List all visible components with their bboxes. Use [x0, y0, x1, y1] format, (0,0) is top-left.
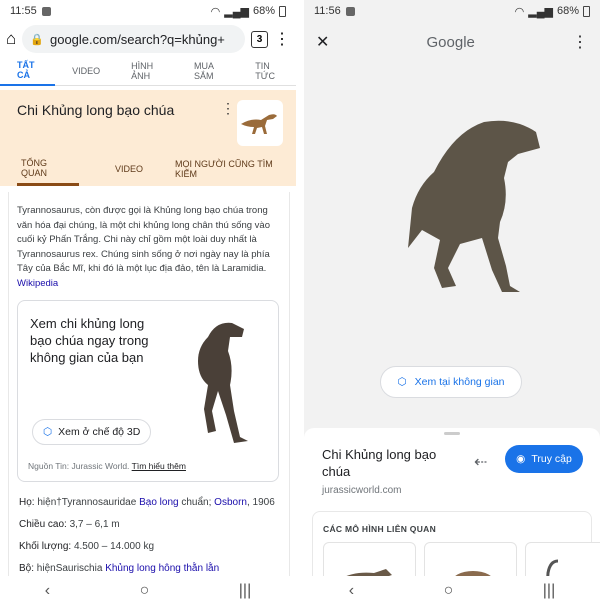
fact-value: 4.500 – 14.000 kg [73, 541, 155, 552]
view-in-space-button[interactable]: ⬡ Xem tại không gian [380, 366, 522, 398]
trex-image [198, 322, 248, 443]
kp-tab-people-also-search[interactable]: MỌI NGƯỜI CŨNG TÌM KIẾM [175, 152, 296, 186]
fact-key: Khối lượng: [19, 541, 72, 552]
tab-shopping[interactable]: MUA SẮM [177, 56, 238, 86]
description: Tyrannosaurus, còn được gọi là Khủng lon… [9, 192, 289, 292]
recents-nav-icon[interactable]: ||| [543, 582, 555, 600]
fact-row: Khối lượng: 4.500 – 14.000 kg [19, 540, 275, 562]
knowledge-panel-header: Chi Khủng long bạo chúa ⋮ TỔNG QUAN VIDE… [0, 90, 296, 186]
back-nav-icon[interactable]: ‹ [45, 582, 50, 600]
ar-prompt: Xem chi khủng long bạo chúa ngay trong k… [30, 316, 149, 365]
notification-icon [345, 6, 355, 16]
status-bar: 11:56 ◠ ▂▄▆ 68% [304, 0, 600, 22]
ar-card[interactable]: Xem chi khủng long bạo chúa ngay trong k… [17, 300, 279, 482]
home-nav-icon[interactable]: ○ [444, 582, 454, 600]
cube-icon: ⬡ [43, 426, 53, 438]
divider [296, 0, 304, 606]
fact-key: Họ: [19, 497, 35, 508]
wifi-icon: ◠ [514, 5, 525, 18]
url-text: google.com/search?q=khủng+ [49, 31, 225, 47]
trex-thumbnail[interactable] [237, 100, 283, 146]
view-3d-button[interactable]: ⬡ Xem ở chế độ 3D [32, 419, 152, 445]
tab-video[interactable]: VIDEO [55, 56, 114, 86]
fact-value: hiện†Tyrannosauridae [37, 497, 137, 508]
status-time: 11:55 [10, 5, 37, 17]
ar-source: Nguồn Tin: Jurassic World. Tìm hiểu thêm [28, 461, 186, 471]
fact-link-2[interactable]: Osborn [214, 497, 247, 508]
kp-tab-overview[interactable]: TỔNG QUAN [17, 152, 79, 186]
android-nav-bar: ‹ ○ ||| [304, 576, 600, 606]
tab-switcher-button[interactable]: 3 [251, 30, 268, 48]
description-text: Tyrannosaurus, còn được gọi là Khủng lon… [17, 205, 270, 275]
view-in-space-label: Xem tại không gian [414, 376, 505, 388]
view-3d-label: Xem ở chế độ 3D [58, 426, 141, 438]
learn-more-link[interactable]: Tìm hiểu thêm [132, 461, 186, 471]
fact-key: Bộ: [19, 563, 35, 574]
fact-value-after: chuẩn; [181, 497, 212, 508]
more-menu-icon[interactable]: ⋮ [572, 32, 588, 52]
visit-label: Truy cập [531, 453, 572, 465]
battery-icon [583, 5, 590, 17]
notification-icon [41, 6, 51, 16]
source-domain: jurassicworld.com [322, 485, 402, 496]
wikipedia-link[interactable]: Wikipedia [17, 278, 58, 289]
fact-key: Chiều cao: [19, 519, 67, 530]
kp-tab-video[interactable]: VIDEO [115, 152, 143, 186]
left-screen: 11:55 ◠ ▂▄▆ 68% ⌂ 🔒 google.com/search?q=kh… [0, 0, 296, 606]
fact-link[interactable]: Khủng long hông thằn lằn [105, 563, 219, 574]
more-menu-icon[interactable]: ⋮ [274, 29, 290, 49]
status-time: 11:56 [314, 5, 341, 17]
signal-icon: ▂▄▆ [528, 5, 553, 18]
fact-tail: , 1906 [246, 497, 275, 508]
recents-nav-icon[interactable]: ||| [239, 582, 251, 600]
back-nav-icon[interactable]: ‹ [349, 582, 354, 600]
android-nav-bar: ‹ ○ ||| [0, 576, 296, 606]
battery-icon [279, 5, 286, 17]
address-bar[interactable]: 🔒 google.com/search?q=khủng+ [22, 25, 245, 53]
viewer-header: ✕ Google ⋮ [304, 22, 600, 62]
home-icon[interactable]: ⌂ [6, 29, 16, 49]
globe-icon: ◉ [516, 453, 526, 465]
kp-title: Chi Khủng long bạo chúa [17, 102, 175, 118]
tab-all[interactable]: TẤT CẢ [0, 56, 56, 86]
fact-value: 3,7 – 6,1 m [69, 519, 120, 530]
lock-icon: 🔒 [30, 33, 44, 46]
kp-tabs: TỔNG QUAN VIDEO MỌI NGƯỜI CŨNG TÌM KIẾM [0, 152, 296, 186]
tab-images[interactable]: HÌNH ẢNH [114, 56, 177, 86]
close-icon[interactable]: ✕ [316, 32, 329, 52]
wifi-icon: ◠ [210, 5, 221, 18]
fact-row: Họ: hiện†Tyrannosauridae Bạo long chuẩn;… [19, 496, 275, 518]
sheet-title: Chi Khủng long bạo chúa [322, 447, 437, 479]
ar-cube-icon: ⬡ [397, 376, 407, 388]
search-tabs: TẤT CẢ VIDEO HÌNH ẢNH MUA SẮM TIN TỨC [0, 56, 296, 86]
status-bar: 11:55 ◠ ▂▄▆ 68% [0, 0, 296, 22]
browser-toolbar: ⌂ 🔒 google.com/search?q=khủng+ 3 ⋮ [0, 22, 296, 56]
fact-row: Chiều cao: 3,7 – 6,1 m [19, 518, 275, 540]
fact-value: hiệnSaurischia [36, 563, 103, 574]
facts-list: Họ: hiện†Tyrannosauridae Bạo long chuẩn;… [19, 496, 275, 584]
battery-level: 68% [252, 5, 275, 17]
battery-level: 68% [556, 5, 579, 17]
visit-button[interactable]: ◉ Truy cập [505, 445, 583, 473]
home-nav-icon[interactable]: ○ [140, 582, 150, 600]
source-text: Nguồn Tin: Jurassic World. [28, 461, 130, 471]
signal-icon: ▂▄▆ [224, 5, 249, 18]
trex-3d-model [408, 120, 540, 292]
viewer-title: Google [426, 33, 475, 51]
share-icon[interactable]: ⇠ [474, 452, 487, 472]
right-screen: 11:56 ◠ ▂▄▆ 68% ✕ Google ⋮ ⬡ Xem tại không… [304, 0, 600, 606]
knowledge-card: Tyrannosaurus, còn được gọi là Khủng lon… [8, 192, 290, 606]
sheet-handle[interactable] [444, 432, 460, 435]
related-label: CÁC MÔ HÌNH LIÊN QUAN [323, 524, 437, 534]
tab-news[interactable]: TIN TỨC [238, 56, 296, 86]
fact-link[interactable]: Bạo long [139, 497, 178, 508]
kp-more-icon[interactable]: ⋮ [221, 100, 235, 117]
